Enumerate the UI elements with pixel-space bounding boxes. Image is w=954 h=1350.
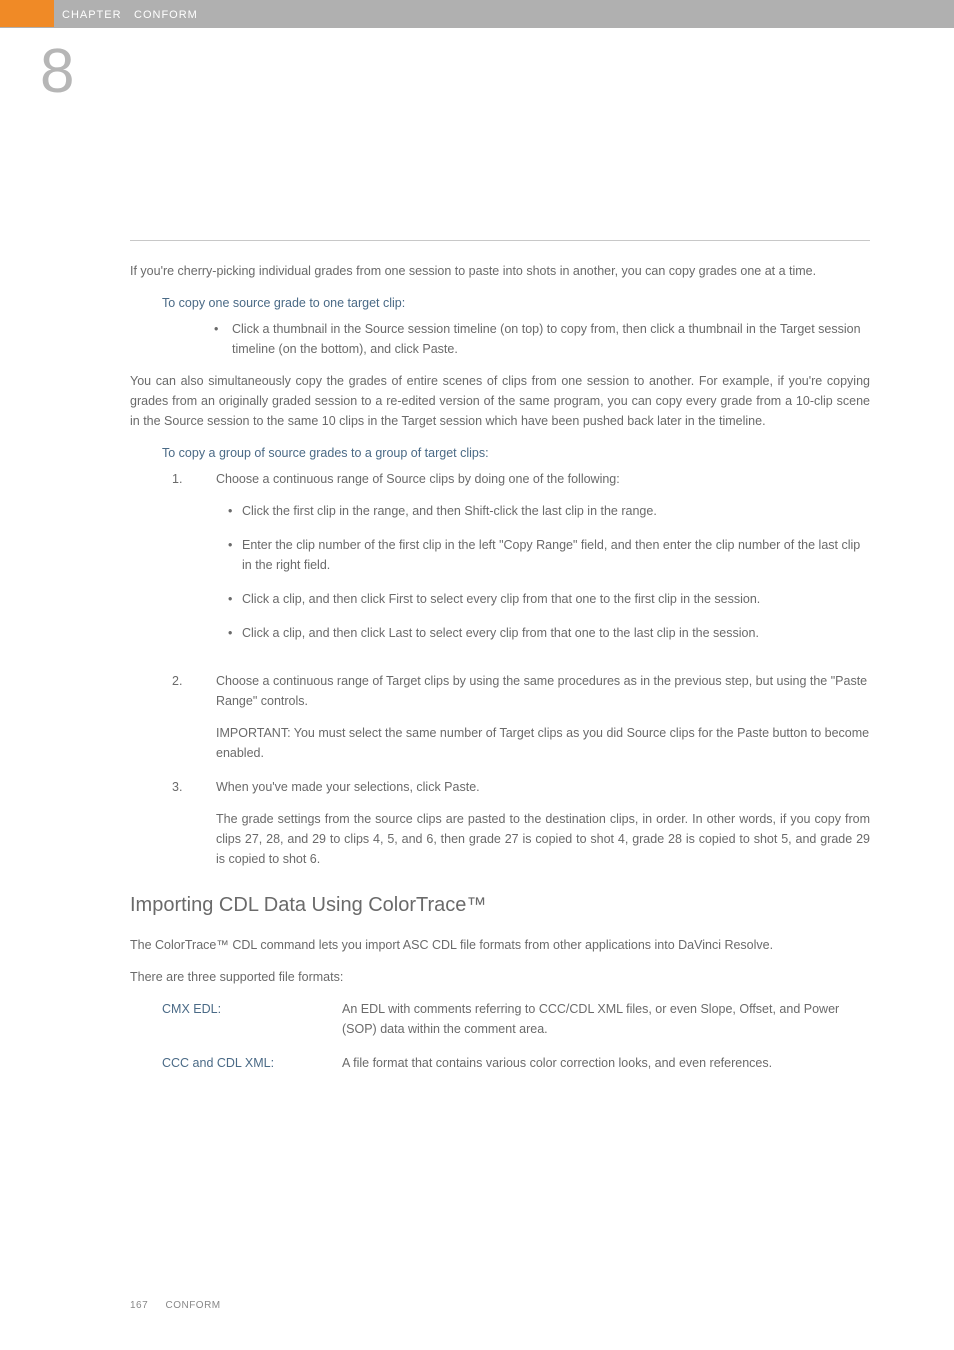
bullet-icon: •: [214, 319, 232, 359]
body-text: There are three supported file formats:: [130, 967, 870, 987]
step-number: 1.: [172, 469, 216, 657]
body-text: You can also simultaneously copy the gra…: [130, 371, 870, 431]
list-item-text: Click a clip, and then click Last to sel…: [242, 623, 870, 643]
body-text: If you're cherry-picking individual grad…: [130, 261, 870, 281]
list-item-text: Choose a continuous range of Source clip…: [216, 469, 870, 489]
list-item: 3. When you've made your selections, cli…: [172, 777, 870, 869]
page-number: 167: [130, 1300, 148, 1311]
list-item: • Click a clip, and then click Last to s…: [228, 623, 870, 643]
procedure-heading: To copy a group of source grades to a gr…: [162, 443, 870, 463]
body-text: The ColorTrace™ CDL command lets you imp…: [130, 935, 870, 955]
definition-desc: A file format that contains various colo…: [342, 1053, 870, 1073]
list-item: • Click a clip, and then click First to …: [228, 589, 870, 609]
list-item-text: Choose a continuous range of Target clip…: [216, 671, 870, 711]
definition-row: CCC and CDL XML: A file format that cont…: [162, 1053, 870, 1073]
list-item-text: Enter the clip number of the first clip …: [242, 535, 870, 575]
bullet-list: • Click a thumbnail in the Source sessio…: [214, 319, 870, 359]
list-item-text: When you've made your selections, click …: [216, 777, 870, 797]
note-text: IMPORTANT: You must select the same numb…: [216, 723, 870, 763]
numbered-list: 1. Choose a continuous range of Source c…: [172, 469, 870, 869]
bullet-icon: •: [228, 623, 242, 643]
definition-term: CMX EDL:: [162, 999, 342, 1039]
page-footer: 167 CONFORM: [130, 1298, 221, 1314]
list-item-text: Click the first clip in the range, and t…: [242, 501, 870, 521]
section-label: CONFORM: [134, 7, 198, 25]
list-item: • Enter the clip number of the first cli…: [228, 535, 870, 575]
definition-desc: An EDL with comments referring to CCC/CD…: [342, 999, 870, 1039]
step-number: 3.: [172, 777, 216, 869]
page-content: If you're cherry-picking individual grad…: [130, 240, 870, 1087]
definition-row: CMX EDL: An EDL with comments referring …: [162, 999, 870, 1039]
list-item: • Click a thumbnail in the Source sessio…: [214, 319, 870, 359]
definition-list: CMX EDL: An EDL with comments referring …: [162, 999, 870, 1073]
divider: [130, 240, 870, 241]
note-text: The grade settings from the source clips…: [216, 809, 870, 869]
bullet-icon: •: [228, 501, 242, 521]
section-heading: Importing CDL Data Using ColorTrace™: [130, 889, 870, 921]
list-item: 2. Choose a continuous range of Target c…: [172, 671, 870, 763]
bullet-icon: •: [228, 535, 242, 575]
list-item-text: Click a thumbnail in the Source session …: [232, 319, 870, 359]
list-item: 1. Choose a continuous range of Source c…: [172, 469, 870, 657]
procedure-heading: To copy one source grade to one target c…: [162, 293, 870, 313]
step-number: 2.: [172, 671, 216, 763]
bullet-icon: •: [228, 589, 242, 609]
list-item: • Click the first clip in the range, and…: [228, 501, 870, 521]
footer-section: CONFORM: [165, 1300, 220, 1311]
list-item-text: Click a clip, and then click First to se…: [242, 589, 870, 609]
definition-term: CCC and CDL XML:: [162, 1053, 342, 1073]
chapter-number: 8: [40, 22, 74, 121]
